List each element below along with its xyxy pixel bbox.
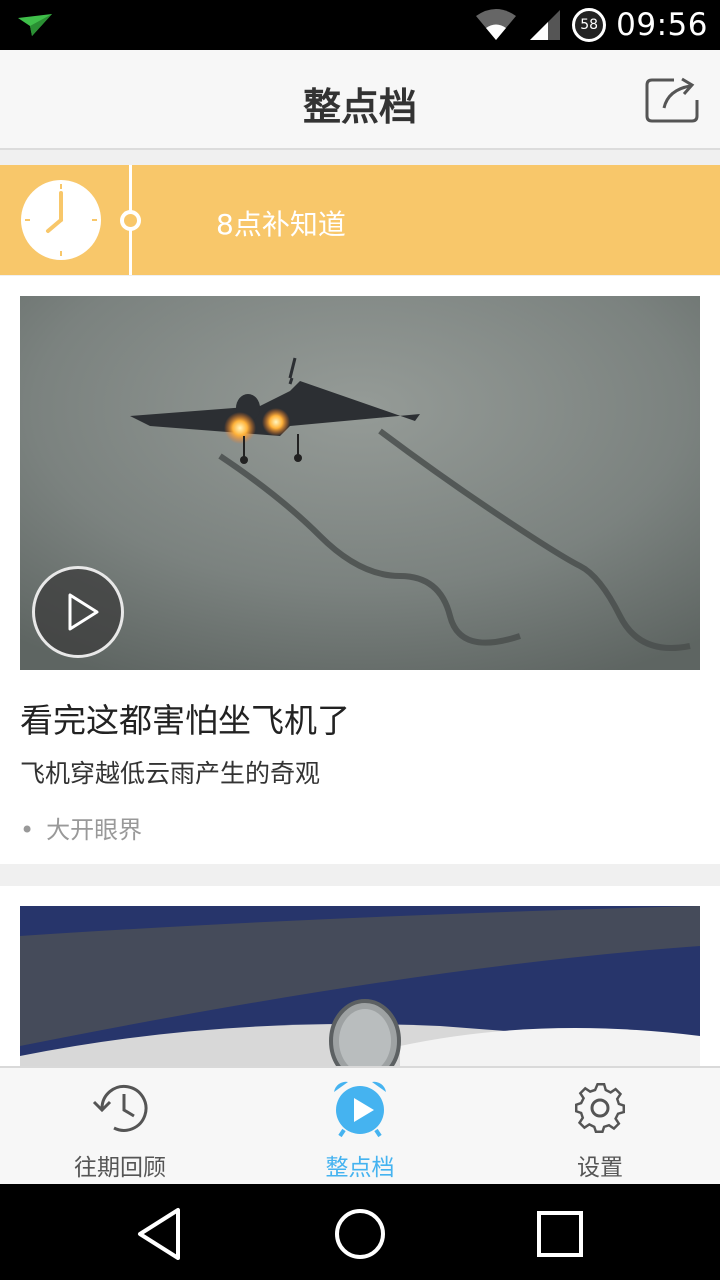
nav-item-settings[interactable]: 设置 [480, 1068, 720, 1186]
app-screen: 58 09:56 整点档 8点补知道 看完这都害怕坐飞机了 飞机穿越低云雨产生的… [0, 0, 720, 1280]
wifi-icon [476, 9, 517, 40]
nav-label-settings: 设置 [577, 1155, 623, 1181]
tag-label: 大开眼界 [46, 816, 143, 844]
video-subtitle: 飞机穿越低云雨产生的奇观 [20, 759, 321, 788]
video-card[interactable]: 看完这都害怕坐飞机了 飞机穿越低云雨产生的奇观 • 大开眼界 [0, 276, 720, 864]
nav-item-hourly[interactable]: 整点档 [240, 1068, 480, 1186]
app-header: 整点档 [0, 50, 720, 150]
signal-icon [530, 10, 561, 40]
nav-item-history[interactable]: 往期回顾 [0, 1068, 240, 1186]
video-headline[interactable]: 看完这都害怕坐飞机了 [20, 694, 350, 742]
page-title: 整点档 [302, 85, 417, 129]
alarm-clock-play-icon [334, 1081, 386, 1138]
paper-plane-icon [18, 14, 52, 36]
tag-bullet: • [20, 816, 35, 844]
history-icon [92, 1084, 148, 1132]
play-icon [68, 593, 99, 631]
video-thumbnail[interactable] [20, 296, 700, 670]
clock-icon [21, 180, 101, 260]
system-nav-bar [0, 1184, 720, 1280]
timeline-banner[interactable]: 8点补知道 [0, 165, 720, 275]
video-tag: • 大开眼界 [20, 810, 142, 845]
coin-image [20, 906, 700, 1066]
status-right: 58 09:56 [474, 0, 708, 50]
battery-level: 58 [580, 17, 599, 33]
status-bar: 58 09:56 [0, 0, 720, 50]
back-triangle-icon[interactable] [132, 1206, 188, 1262]
share-icon[interactable] [644, 76, 700, 124]
timeline-label: 8点补知道 [216, 208, 346, 241]
video-thumbnail[interactable] [20, 906, 700, 1066]
recents-square-icon[interactable] [532, 1206, 588, 1262]
clock-time: 09:56 [616, 7, 708, 43]
nav-label-history: 往期回顾 [74, 1155, 166, 1181]
play-button[interactable] [32, 566, 124, 658]
nav-label-hourly: 整点档 [325, 1155, 395, 1181]
gear-icon [574, 1082, 626, 1134]
home-circle-icon[interactable] [332, 1206, 388, 1262]
video-card[interactable] [0, 886, 720, 1066]
bottom-nav: 往期回顾 整点档 设置 [0, 1066, 720, 1184]
timeline-dot [120, 210, 141, 231]
battery-indicator: 58 [572, 8, 607, 42]
